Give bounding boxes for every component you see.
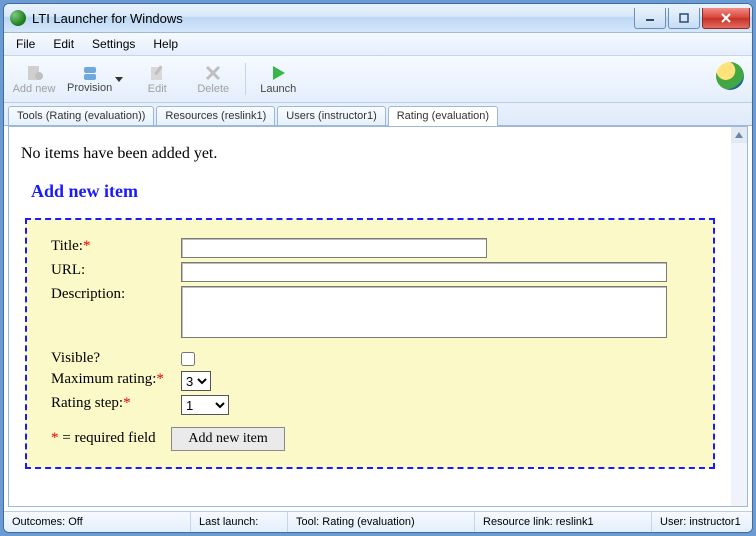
status-resource: Resource link: reslink1 (475, 512, 652, 532)
url-input[interactable] (181, 262, 667, 282)
toolbar-provision[interactable]: Provision (66, 59, 125, 99)
status-tool: Tool: Rating (evaluation) (288, 512, 475, 532)
close-icon (720, 13, 732, 23)
tab-strip: Tools (Rating (evaluation)) Resources (r… (4, 103, 752, 126)
vertical-scrollbar[interactable] (731, 127, 747, 506)
form-heading: Add new item (31, 181, 723, 202)
minimize-button[interactable] (634, 8, 666, 29)
menubar: File Edit Settings Help (4, 33, 752, 56)
edit-icon (148, 64, 166, 82)
required-note: * * = required field= required field Add… (51, 427, 689, 451)
minimize-icon (645, 13, 655, 23)
tab-users[interactable]: Users (instructor1) (277, 106, 385, 125)
toolbar-add-new-label: Add new (13, 83, 56, 95)
menu-help[interactable]: Help (145, 35, 186, 53)
toolbar-launch[interactable]: Launch (254, 60, 302, 98)
label-url: URL: (51, 262, 181, 279)
provision-icon (81, 64, 99, 82)
label-rating-step: Rating step:* (51, 395, 181, 412)
app-icon (10, 10, 26, 26)
maximize-icon (679, 13, 689, 23)
label-title: Title:* (51, 238, 181, 255)
description-input[interactable] (181, 286, 667, 338)
label-description: Description: (51, 286, 181, 303)
toolbar-launch-label: Launch (260, 83, 296, 95)
menu-edit[interactable]: Edit (45, 35, 82, 53)
add-new-icon (25, 64, 43, 82)
provision-dropdown[interactable] (114, 75, 124, 83)
add-item-button[interactable]: Add new item (171, 427, 284, 451)
menu-settings[interactable]: Settings (84, 35, 143, 53)
toolbar-provision-label: Provision (67, 82, 112, 94)
tab-tools[interactable]: Tools (Rating (evaluation)) (8, 106, 154, 125)
chevron-up-icon (735, 131, 743, 139)
toolbar-add-new: Add new (10, 60, 58, 98)
close-button[interactable] (702, 8, 750, 29)
visible-checkbox[interactable] (181, 352, 195, 366)
label-max-rating: Maximum rating:* (51, 371, 181, 388)
delete-icon (204, 64, 222, 82)
window-title: LTI Launcher for Windows (32, 11, 632, 26)
status-outcomes: Outcomes: Off (4, 512, 191, 532)
toolbar-edit: Edit (133, 60, 181, 98)
label-visible: Visible? (51, 350, 181, 367)
app-window: LTI Launcher for Windows File Edit Setti… (3, 3, 753, 533)
toolbar-delete-label: Delete (197, 83, 229, 95)
statusbar: Outcomes: Off Last launch: Tool: Rating … (4, 511, 752, 532)
empty-message: No items have been added yet. (21, 145, 719, 163)
maximize-button[interactable] (668, 8, 700, 29)
tab-resources[interactable]: Resources (reslink1) (156, 106, 275, 125)
tab-rating[interactable]: Rating (evaluation) (388, 106, 498, 126)
launch-icon (269, 64, 287, 82)
status-user: User: instructor1 (652, 512, 752, 532)
toolbar-edit-label: Edit (148, 83, 167, 95)
window-controls (632, 8, 750, 28)
chevron-down-icon (115, 75, 123, 83)
add-item-form: Title:* URL: Description: Visible? (25, 218, 715, 469)
brand-icon (716, 62, 744, 90)
content-scroll: No items have been added yet. Add new it… (9, 127, 731, 506)
toolbar-delete: Delete (189, 60, 237, 98)
toolbar: Add new Provision Edit Delete (4, 56, 752, 103)
menu-file[interactable]: File (8, 35, 43, 53)
max-rating-select[interactable]: 3 (181, 371, 211, 391)
content-pane: No items have been added yet. Add new it… (8, 126, 748, 507)
titlebar: LTI Launcher for Windows (4, 4, 752, 33)
scroll-up-button[interactable] (731, 127, 747, 143)
rating-step-select[interactable]: 1 (181, 395, 229, 415)
title-input[interactable] (181, 238, 487, 258)
status-last-launch: Last launch: (191, 512, 288, 532)
